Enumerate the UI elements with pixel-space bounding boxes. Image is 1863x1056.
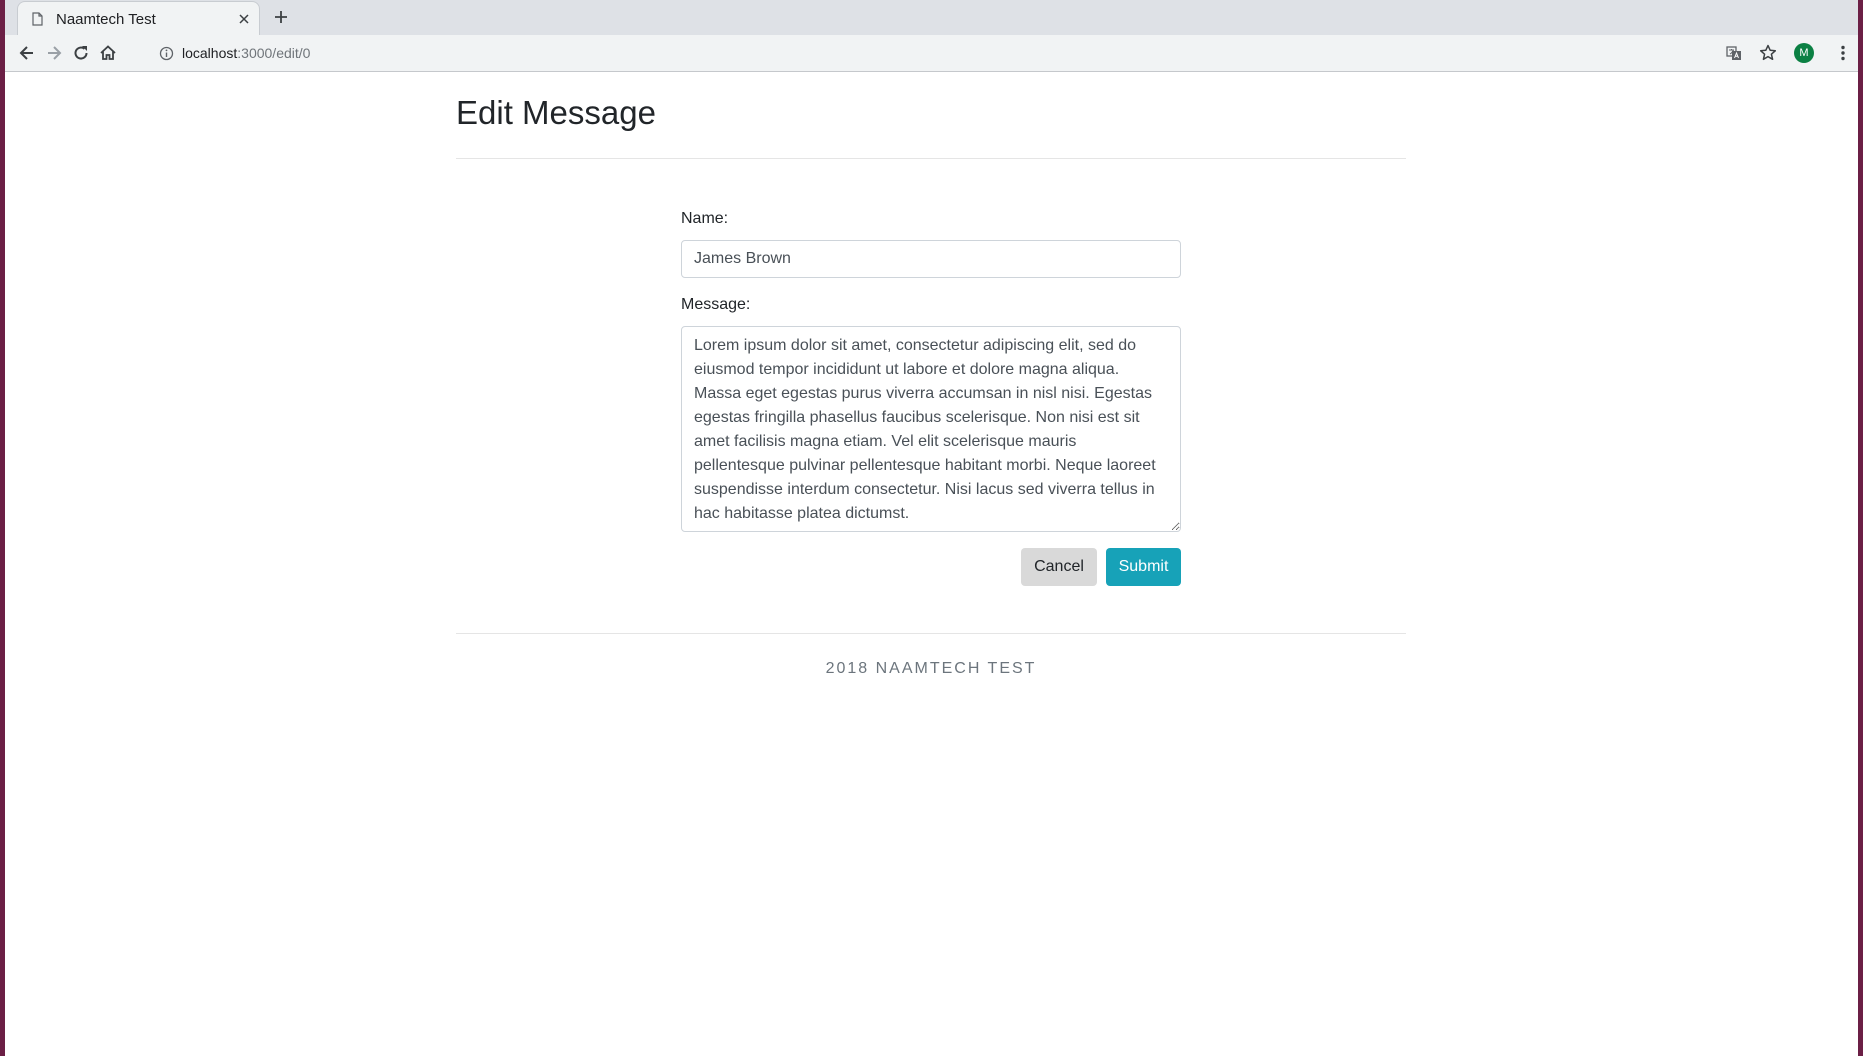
close-icon[interactable] bbox=[237, 12, 251, 26]
footer-text: 2018 NAAMTECH TEST bbox=[825, 660, 1037, 677]
translate-icon[interactable] bbox=[1724, 43, 1744, 63]
document-icon bbox=[32, 12, 43, 26]
url-path: :3000/edit/0 bbox=[237, 45, 311, 61]
name-label: Name: bbox=[681, 210, 729, 227]
submit-button[interactable]: Submit bbox=[1106, 548, 1181, 586]
header-divider bbox=[456, 158, 1406, 159]
reload-icon[interactable] bbox=[71, 43, 91, 63]
url-host: localhost bbox=[182, 45, 238, 61]
tab-title: Naamtech Test bbox=[56, 11, 156, 28]
browser-window: Naamtech Test localhost:3000/edit/0 M Ed… bbox=[5, 0, 1858, 1056]
star-icon[interactable] bbox=[1758, 43, 1778, 63]
kebab-menu-icon[interactable] bbox=[1833, 43, 1853, 63]
page-content: Edit Message Name: Message: Lorem ipsum … bbox=[5, 72, 1858, 1056]
plus-icon[interactable] bbox=[273, 9, 289, 25]
cancel-button[interactable]: Cancel bbox=[1021, 548, 1097, 586]
message-label: Message: bbox=[681, 296, 751, 313]
footer-divider bbox=[456, 633, 1406, 634]
message-textarea[interactable]: Lorem ipsum dolor sit amet, consectetur … bbox=[681, 326, 1181, 532]
arrow-left-icon[interactable] bbox=[17, 43, 37, 63]
page-title: Edit Message bbox=[456, 94, 656, 131]
profile-avatar[interactable]: M bbox=[1794, 43, 1814, 63]
name-input[interactable] bbox=[681, 240, 1181, 278]
url-text[interactable]: localhost:3000/edit/0 bbox=[182, 45, 310, 61]
browser-tab[interactable]: Naamtech Test bbox=[17, 1, 260, 35]
arrow-right-icon[interactable] bbox=[44, 43, 64, 63]
home-icon[interactable] bbox=[98, 43, 118, 63]
tab-strip: Naamtech Test bbox=[5, 0, 1858, 35]
address-bar[interactable]: localhost:3000/edit/0 bbox=[148, 39, 1790, 68]
browser-toolbar: localhost:3000/edit/0 M bbox=[5, 35, 1858, 72]
info-icon[interactable] bbox=[159, 46, 174, 61]
